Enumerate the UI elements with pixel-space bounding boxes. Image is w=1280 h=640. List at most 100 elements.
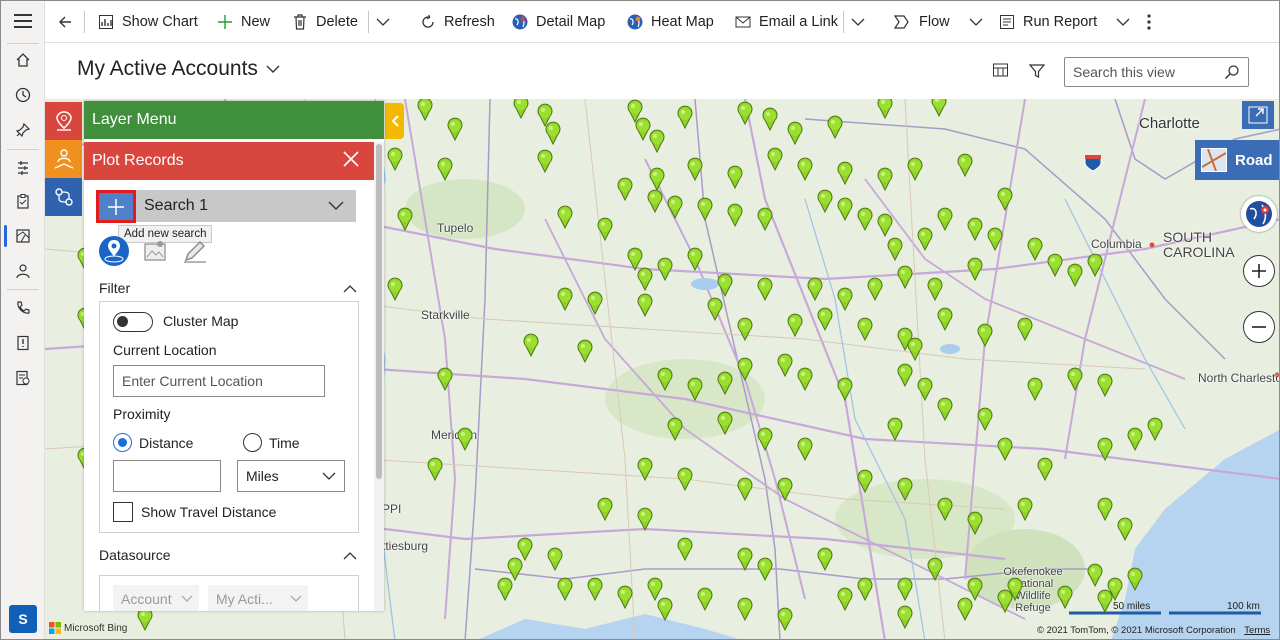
record-pin[interactable] [736,597,754,621]
record-pin[interactable] [856,317,874,341]
record-pin[interactable] [1086,253,1104,277]
record-pin[interactable] [666,417,684,441]
record-pin[interactable] [886,237,904,261]
record-pin[interactable] [776,353,794,377]
record-pin[interactable] [936,307,954,331]
distance-value-input[interactable] [113,460,221,492]
pin-icon[interactable] [1,113,45,147]
record-pin[interactable] [856,469,874,493]
entity-select[interactable]: Account [113,585,199,611]
record-pin[interactable] [1046,253,1064,277]
record-pin[interactable] [386,147,404,171]
view-select[interactable]: My Acti... [208,585,308,611]
record-pin[interactable] [796,157,814,181]
record-pin[interactable] [736,547,754,571]
collapse-panel-button[interactable] [385,103,404,139]
back-button[interactable] [57,1,73,43]
show-chart-button[interactable]: Show Chart [97,1,198,43]
record-pin[interactable] [716,273,734,297]
record-pin[interactable] [816,189,834,213]
recent-icon[interactable] [1,78,45,112]
refresh-button[interactable]: Refresh [419,1,495,43]
record-pin[interactable] [836,161,854,185]
record-pin[interactable] [816,547,834,571]
record-pin[interactable] [546,547,564,571]
record-pin[interactable] [436,157,454,181]
record-pin[interactable] [876,213,894,237]
record-pin[interactable] [836,197,854,221]
record-pin[interactable] [1146,417,1164,441]
tab-route[interactable] [45,178,82,216]
record-pin[interactable] [796,437,814,461]
email-more-dropdown[interactable] [851,1,865,43]
record-pin[interactable] [686,157,704,181]
record-pin[interactable] [416,99,434,121]
record-pin[interactable] [996,187,1014,211]
hamburger-menu-icon[interactable] [1,4,45,38]
record-pin[interactable] [446,117,464,141]
current-location-input[interactable]: Enter Current Location [113,365,325,397]
record-pin[interactable] [646,189,664,213]
record-pin[interactable] [966,257,984,281]
report-icon[interactable] [1,361,45,395]
record-pin[interactable] [512,99,530,119]
record-pin[interactable] [776,477,794,501]
record-pin[interactable] [906,157,924,181]
terms-link[interactable]: Terms [1244,625,1270,636]
more-commands-dropdown[interactable] [376,1,390,43]
record-pin[interactable] [966,511,984,535]
record-pin[interactable] [886,417,904,441]
record-pin[interactable] [930,99,948,117]
alert-icon[interactable] [1,326,45,360]
record-pin[interactable] [896,605,914,629]
clipboard-icon[interactable] [1,184,45,218]
record-pin[interactable] [656,257,674,281]
record-pin[interactable] [1086,563,1104,587]
record-pin[interactable] [396,207,414,231]
record-pin[interactable] [736,101,754,125]
distance-unit-select[interactable]: Miles [237,460,345,492]
record-pin[interactable] [586,577,604,601]
record-pin[interactable] [966,217,984,241]
detail-map-button[interactable]: Detail Map [511,1,605,43]
record-pin[interactable] [896,363,914,387]
record-pin[interactable] [856,207,874,231]
search-select[interactable]: Search 1 [136,190,356,222]
record-pin[interactable] [666,195,684,219]
tab-territory[interactable] [45,140,82,178]
record-pin[interactable] [936,497,954,521]
record-pin[interactable] [916,227,934,251]
record-pin[interactable] [1096,437,1114,461]
search-icon[interactable] [1224,64,1240,80]
record-pin[interactable] [656,367,674,391]
record-pin[interactable] [976,323,994,347]
record-pin[interactable] [836,377,854,401]
record-pin[interactable] [686,377,704,401]
record-pin[interactable] [836,287,854,311]
record-pin[interactable] [896,577,914,601]
plot-image-button[interactable] [139,235,171,267]
view-selector[interactable]: My Active Accounts [77,57,280,81]
record-pin[interactable] [761,107,779,131]
record-pin[interactable] [544,121,562,145]
overflow-menu-button[interactable] [1147,1,1151,43]
sales-icon[interactable] [1,151,45,185]
record-pin[interactable] [716,371,734,395]
record-pin[interactable] [1116,517,1134,541]
record-pin[interactable] [996,589,1014,613]
record-pin[interactable] [936,397,954,421]
record-pin[interactable] [1096,373,1114,397]
record-pin[interactable] [706,297,724,321]
record-pin[interactable] [926,557,944,581]
record-pin[interactable] [956,153,974,177]
record-pin[interactable] [1066,367,1084,391]
record-pin[interactable] [716,411,734,435]
record-pin[interactable] [616,177,634,201]
record-pin[interactable] [1096,497,1114,521]
record-pin[interactable] [776,607,794,631]
record-pin[interactable] [1066,263,1084,287]
record-pin[interactable] [876,99,894,119]
panel-scrollbar-thumb[interactable] [376,144,382,479]
record-pin[interactable] [756,557,774,581]
chevron-up-icon[interactable] [343,284,357,294]
